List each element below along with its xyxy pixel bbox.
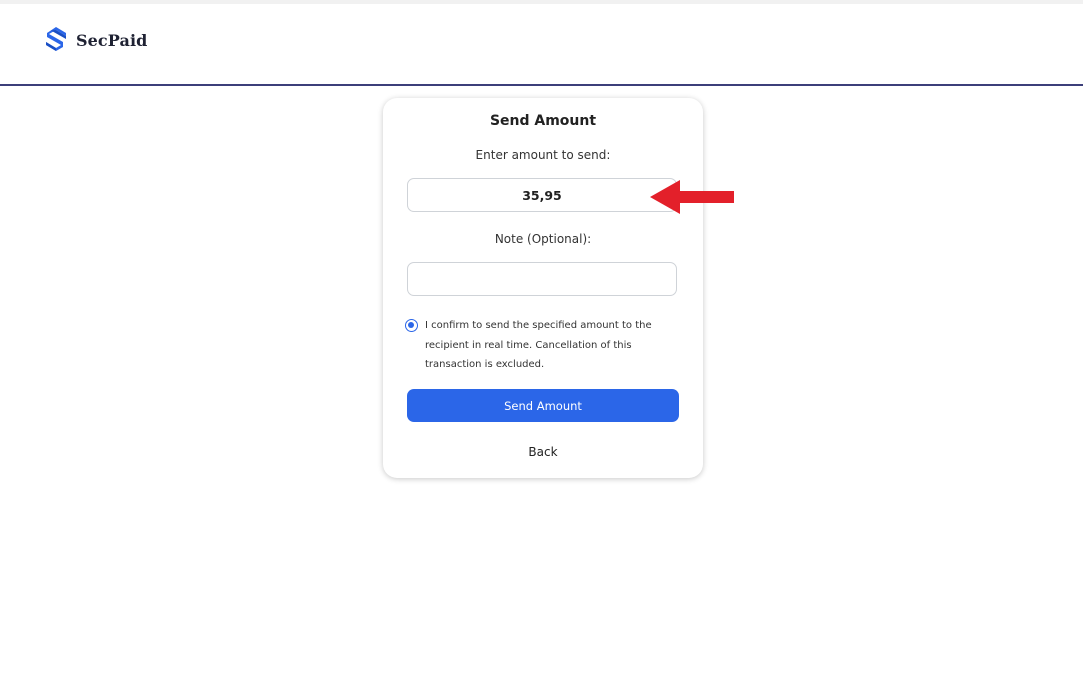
back-link[interactable]: Back (383, 445, 703, 459)
brand-name: SecPaid (76, 30, 148, 50)
confirm-radio[interactable] (405, 319, 418, 332)
card-title: Send Amount (489, 113, 597, 129)
amount-input[interactable]: 35,95 (407, 178, 677, 212)
site-header: SecPaid (0, 4, 1083, 86)
send-amount-button[interactable]: Send Amount (407, 389, 679, 422)
note-input[interactable] (407, 262, 677, 296)
note-label: Note (Optional): (494, 232, 592, 246)
brand-logo[interactable]: SecPaid (42, 26, 147, 54)
amount-label: Enter amount to send: (475, 148, 611, 162)
send-amount-card: Send Amount Enter amount to send: 35,95 … (383, 98, 703, 478)
confirm-text: I confirm to send the specified amount t… (425, 320, 652, 370)
red-arrow-icon (650, 180, 734, 214)
secpaid-s-logo-icon (46, 27, 66, 51)
